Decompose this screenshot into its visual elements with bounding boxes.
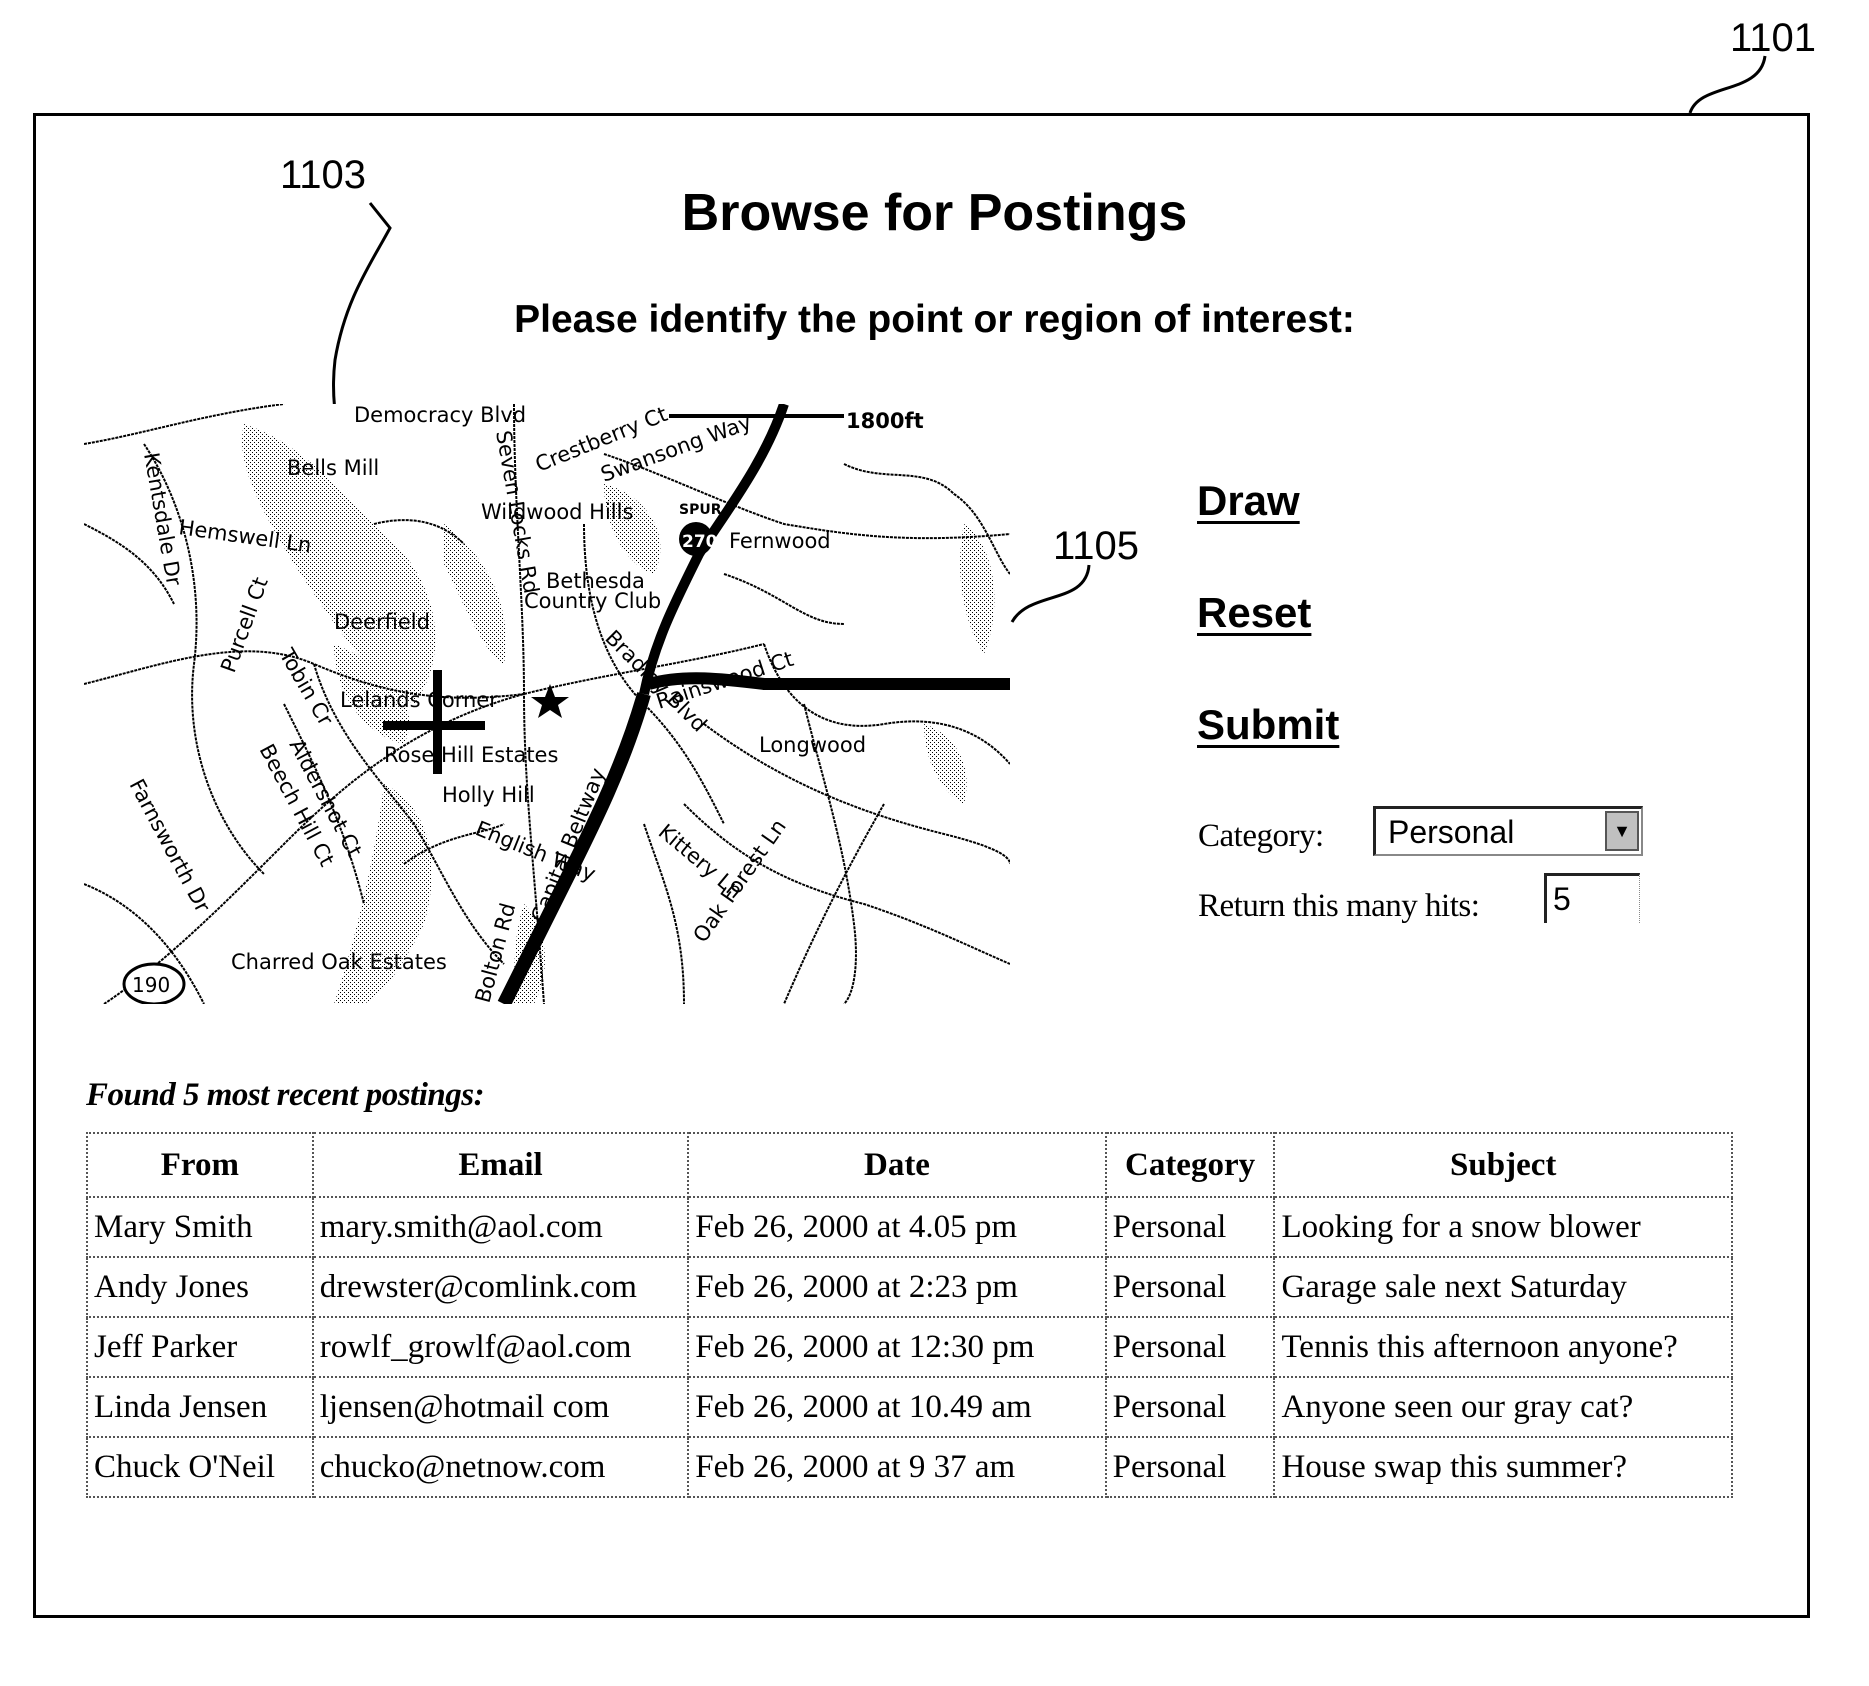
- svg-text:Bells Mill: Bells Mill: [287, 456, 379, 480]
- leader-line-1101: [1688, 55, 1767, 114]
- cell-category: Personal: [1104, 1256, 1276, 1318]
- cell-email: chucko@netnow.com: [311, 1436, 690, 1498]
- cell-from: Jeff Parker: [86, 1316, 314, 1378]
- table-row[interactable]: Jeff Parker rowlf_growlf@aol.com Feb 26,…: [86, 1316, 1733, 1378]
- cell-subject: Garage sale next Saturday: [1273, 1256, 1733, 1318]
- cell-date: Feb 26, 2000 at 12:30 pm: [687, 1316, 1107, 1378]
- table-header-row: From Email Date Category Subject: [86, 1132, 1733, 1198]
- cell-category: Personal: [1104, 1376, 1276, 1438]
- cell-subject: Tennis this afternoon anyone?: [1273, 1316, 1733, 1378]
- svg-text:190: 190: [132, 973, 170, 997]
- cell-email: drewster@comlink.com: [311, 1256, 690, 1318]
- category-select[interactable]: Personal ▼: [1373, 806, 1643, 856]
- cell-email: mary.smith@aol.com: [311, 1196, 690, 1258]
- cell-date: Feb 26, 2000 at 2:23 pm: [687, 1256, 1107, 1318]
- cell-subject: Anyone seen our gray cat?: [1273, 1376, 1733, 1438]
- svg-text:Longwood: Longwood: [759, 733, 866, 757]
- cell-category: Personal: [1104, 1316, 1276, 1378]
- cell-category: Personal: [1104, 1436, 1276, 1498]
- hits-label: Return this many hits:: [1198, 888, 1480, 924]
- cell-email: ljensen@hotmail com: [311, 1376, 690, 1438]
- table-row[interactable]: Mary Smith mary.smith@aol.com Feb 26, 20…: [86, 1196, 1733, 1258]
- svg-text:Democracy Blvd: Democracy Blvd: [354, 404, 526, 427]
- page-title: Browse for Postings: [681, 184, 1188, 242]
- category-label: Category:: [1198, 818, 1324, 854]
- map-canvas[interactable]: 1800ft SPUR 270 190 Democracy Blvd Crest…: [84, 404, 1010, 1004]
- chevron-down-icon[interactable]: ▼: [1605, 811, 1639, 851]
- table-row[interactable]: Chuck O'Neil chucko@netnow.com Feb 26, 2…: [86, 1436, 1733, 1498]
- cell-from: Andy Jones: [86, 1256, 314, 1318]
- cell-date: Feb 26, 2000 at 4.05 pm: [687, 1196, 1107, 1258]
- cell-date: Feb 26, 2000 at 9 37 am: [687, 1436, 1107, 1498]
- svg-text:SPUR: SPUR: [679, 502, 722, 518]
- draw-link[interactable]: Draw: [1197, 480, 1300, 522]
- column-header-subject: Subject: [1273, 1132, 1733, 1198]
- svg-text:Fernwood: Fernwood: [729, 529, 831, 553]
- table-row[interactable]: Linda Jensen ljensen@hotmail com Feb 26,…: [86, 1376, 1733, 1438]
- category-select-value: Personal: [1388, 814, 1515, 850]
- page-subtitle: Please identify the point or region of i…: [514, 298, 1355, 341]
- results-label: Found 5 most recent postings:: [86, 1077, 485, 1113]
- table-row[interactable]: Andy Jones drewster@comlink.com Feb 26, …: [86, 1256, 1733, 1318]
- column-header-from: From: [86, 1132, 314, 1198]
- hits-input[interactable]: [1544, 873, 1640, 923]
- svg-text:Rose Hill Estates: Rose Hill Estates: [384, 743, 558, 767]
- cell-from: Mary Smith: [86, 1196, 314, 1258]
- cell-date: Feb 26, 2000 at 10.49 am: [687, 1376, 1107, 1438]
- route-shield-190: 190: [122, 962, 186, 1004]
- svg-text:Lelands Corner: Lelands Corner: [340, 688, 498, 712]
- cell-category: Personal: [1104, 1196, 1276, 1258]
- svg-text:Wildwood Hills: Wildwood Hills: [481, 500, 633, 524]
- svg-text:Country Club: Country Club: [524, 589, 661, 613]
- column-header-category: Category: [1104, 1132, 1276, 1198]
- cell-subject: House swap this summer?: [1273, 1436, 1733, 1498]
- svg-text:1800ft: 1800ft: [846, 409, 924, 433]
- reset-link[interactable]: Reset: [1197, 592, 1311, 634]
- submit-link[interactable]: Submit: [1197, 704, 1339, 746]
- column-header-email: Email: [311, 1132, 690, 1198]
- svg-text:Deerfield: Deerfield: [334, 610, 430, 634]
- cell-subject: Looking for a snow blower: [1273, 1196, 1733, 1258]
- cell-email: rowlf_growlf@aol.com: [311, 1316, 690, 1378]
- svg-text:270: 270: [682, 532, 718, 552]
- results-table: From Email Date Category Subject Mary Sm…: [86, 1132, 1733, 1498]
- column-header-date: Date: [687, 1132, 1107, 1198]
- svg-text:Charred Oak Estates: Charred Oak Estates: [231, 950, 447, 974]
- cell-from: Linda Jensen: [86, 1376, 314, 1438]
- svg-text:Holly Hill: Holly Hill: [442, 783, 535, 807]
- cell-from: Chuck O'Neil: [86, 1436, 314, 1498]
